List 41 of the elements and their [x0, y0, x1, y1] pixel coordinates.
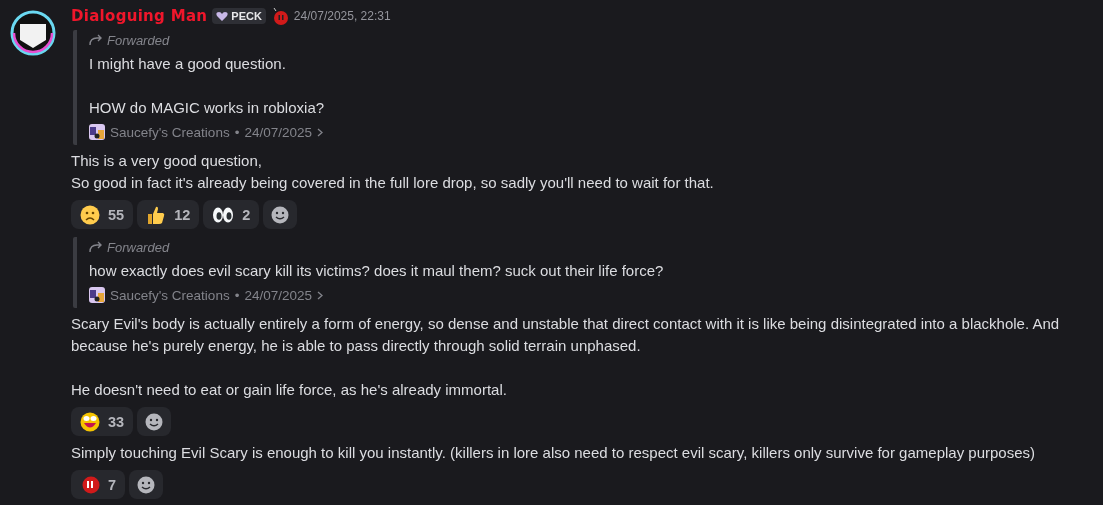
add-reaction-icon	[137, 475, 156, 494]
forwarded-text: Forwarded	[107, 239, 170, 255]
laughing-face-icon	[80, 411, 100, 432]
message-text: Scary Evil's body is actually entirely a form of energy, so dense and unstable that direct contact with it is like being disintegrated into a blackhole. And	[71, 314, 1060, 334]
message-text: I might have a good question.	[89, 54, 287, 74]
message-text: Simply touching Evil Scary is enough to kill you instantly. (killers in lore also need to respect evil scary, killers only survive for gameplay purposes)	[71, 443, 1037, 463]
chevron-icon	[316, 290, 323, 300]
thumbs-up-icon	[146, 204, 167, 225]
separator: •	[234, 124, 240, 140]
add-reaction-button[interactable]	[137, 407, 172, 436]
forward-arrow-icon	[89, 241, 103, 253]
message-text: how exactly does evil scary kill its victims? does it maul them? suck out their life force?	[89, 261, 665, 281]
message-text: So good in fact it's already being covered in the full lore drop, so sadly you'll need to wait for that.	[71, 173, 715, 193]
frowning-face-icon	[80, 204, 100, 225]
reaction-button[interactable]: 55	[71, 200, 134, 229]
message-text: HOW do MAGIC works in robloxia?	[89, 98, 326, 118]
message-text: because he's purely energy, he is able to pass directly through solid terrain unphased.	[71, 336, 642, 356]
add-reaction-button[interactable]	[263, 200, 298, 229]
source-link[interactable]: Saucefy's Creations	[110, 287, 230, 303]
forward-arrow-icon	[89, 34, 103, 46]
reaction-button[interactable]: 7	[71, 470, 126, 499]
author-name[interactable]: Dialoguing Man	[71, 7, 208, 25]
separator: •	[234, 287, 240, 303]
chevron-icon	[316, 127, 323, 137]
reaction-button[interactable]: 12	[137, 200, 200, 229]
add-reaction-icon	[271, 205, 290, 224]
reaction-button[interactable]: 2	[203, 200, 260, 229]
message-text: He doesn't need to eat or gain life force, as he's already immortal.	[71, 380, 508, 400]
source-date: 24/07/2025	[244, 287, 312, 303]
heart-icon	[216, 10, 229, 22]
avatar	[10, 10, 56, 56]
timestamp: 24/07/2025, 22:31	[293, 9, 391, 23]
face-emoji-icon	[80, 474, 100, 495]
source-date: 24/07/2025	[244, 124, 312, 140]
add-reaction-button[interactable]	[129, 470, 164, 499]
add-reaction-icon	[145, 412, 164, 431]
guild-tag[interactable]: PECK	[212, 8, 266, 24]
forwarded-text: Forwarded	[107, 32, 170, 48]
message-text: This is a very good question,	[71, 151, 263, 171]
source-link[interactable]: Saucefy's Creations	[110, 124, 230, 140]
reaction-button[interactable]: 33	[71, 407, 134, 436]
